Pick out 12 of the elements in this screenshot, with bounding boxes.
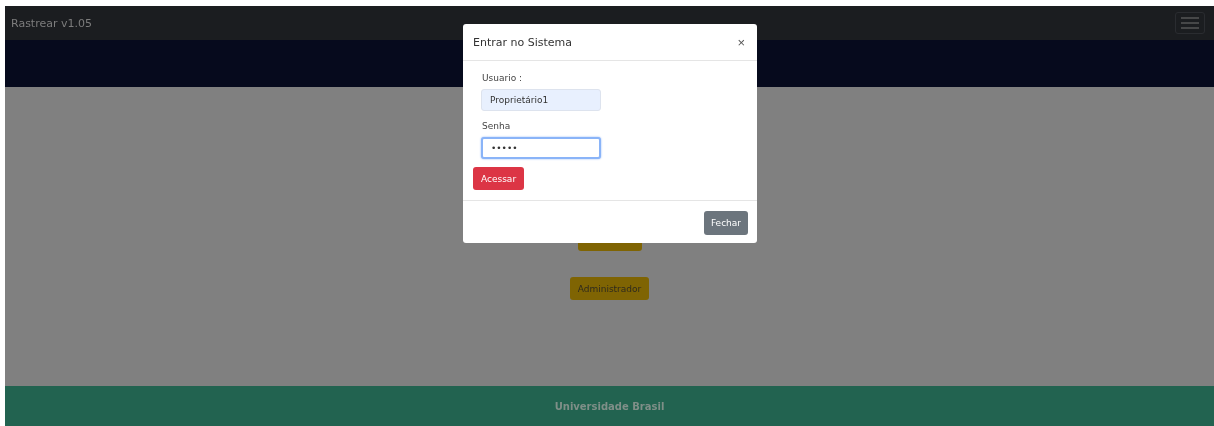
- input-field[interactable]: Proprietário1: [481, 89, 601, 111]
- close-button[interactable]: ×: [735, 34, 747, 50]
- login-button[interactable]: Acessar: [473, 167, 525, 190]
- footer-text: Universidade Brasil: [554, 400, 665, 412]
- field-label: Senha: [482, 121, 511, 131]
- close-dialog-button[interactable]: Fechar: [703, 211, 748, 235]
- brand-title[interactable]: Rastrear v1.05: [11, 16, 92, 30]
- field-label: Usuario :: [482, 73, 523, 83]
- role-button[interactable]: Administrador: [569, 277, 650, 300]
- dialog-title: Entrar no Sistema: [473, 35, 573, 49]
- menu-icon[interactable]: [1175, 12, 1205, 34]
- input-field[interactable]: •••••: [481, 137, 601, 159]
